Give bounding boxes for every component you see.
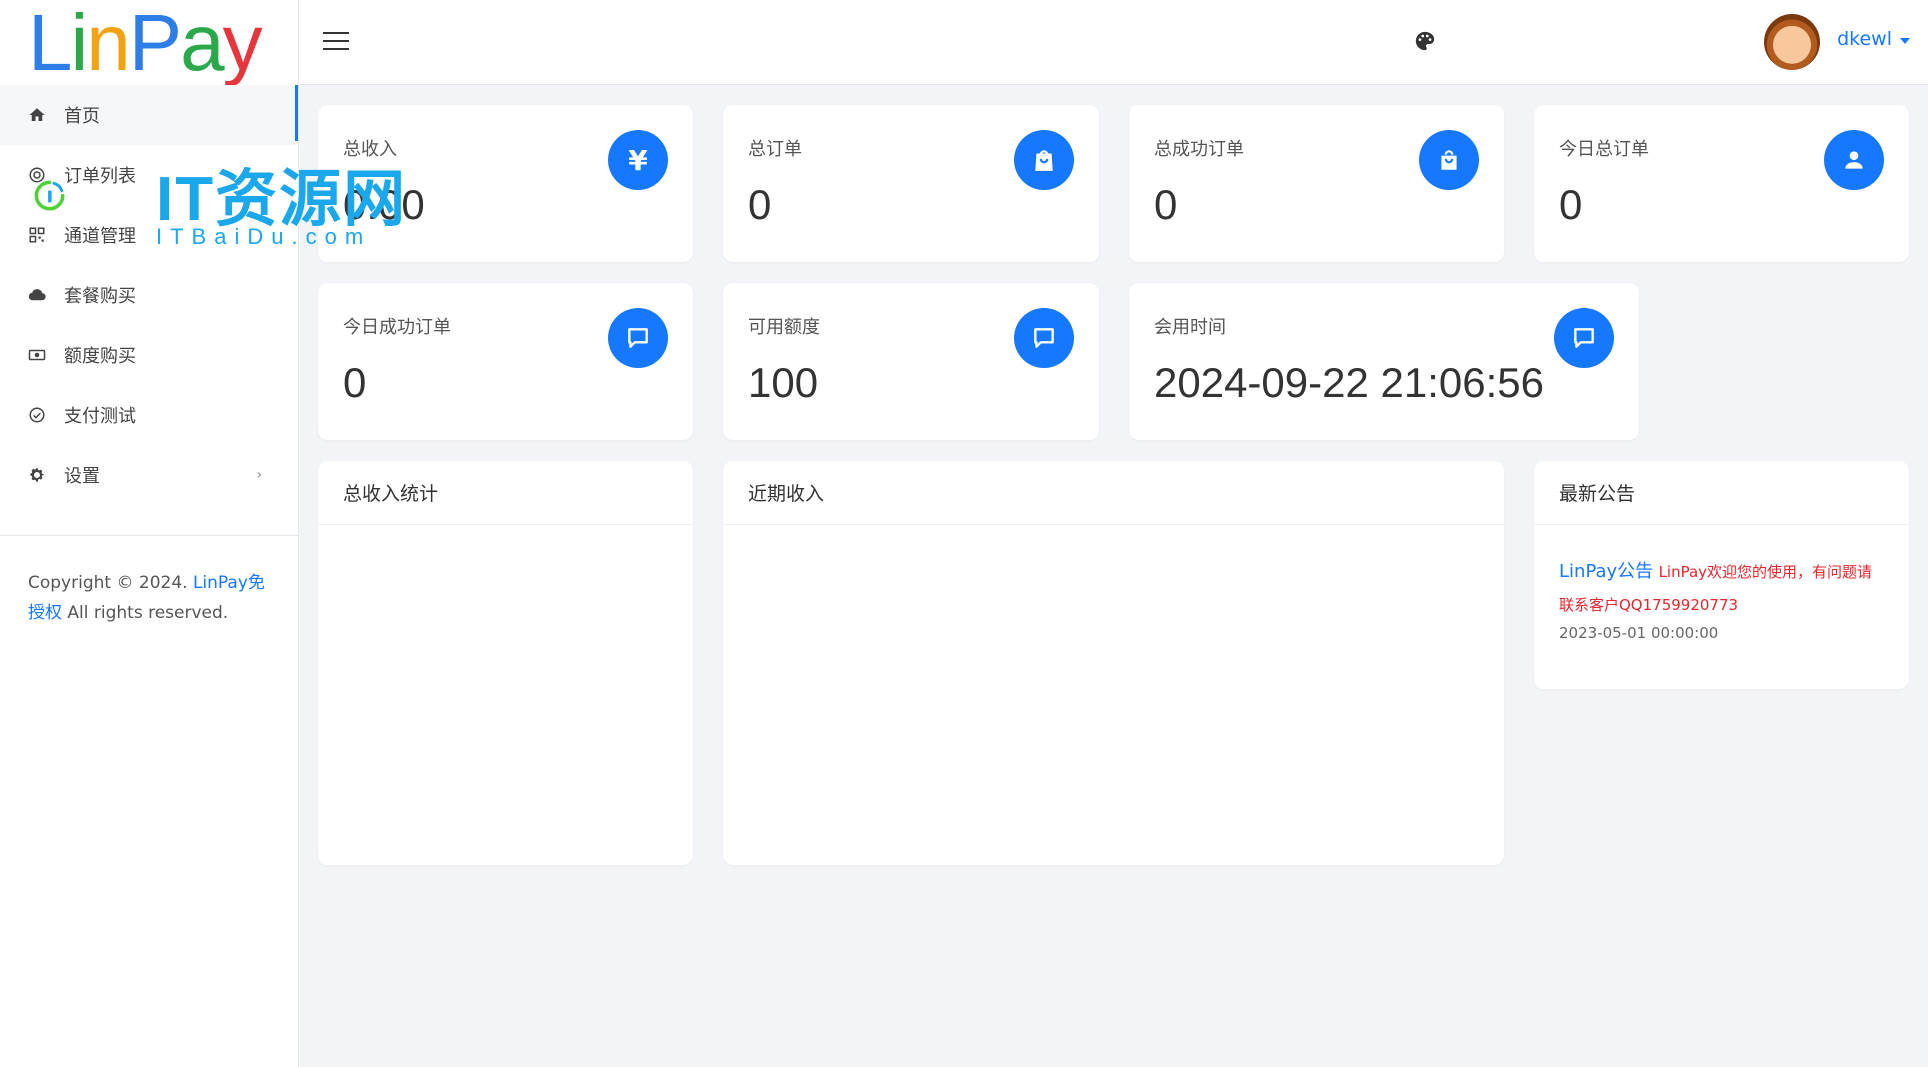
stat-card-expire-time: 会用时间 2024-09-22 21:06:56 <box>1129 283 1639 440</box>
top-header: dkewl <box>299 0 1928 85</box>
money-icon <box>26 344 48 366</box>
logo-letter: i <box>70 0 89 87</box>
stat-card-total-orders: 总订单 0 <box>723 105 1099 262</box>
sidebar-item-home[interactable]: 首页 <box>0 85 298 145</box>
message-icon <box>1014 308 1074 368</box>
sidebar-item-label: 支付测试 <box>64 406 136 427</box>
sidebar-item-label: 首页 <box>64 106 100 127</box>
linpay-logo[interactable]: LinPay <box>0 0 298 85</box>
stat-label: 可用额度 <box>748 317 820 338</box>
yen-icon: ¥ <box>608 130 668 190</box>
stat-card-today-success-orders: 今日成功订单 0 <box>318 283 693 440</box>
stat-value: 0 <box>1154 181 1178 228</box>
caret-down-icon[interactable] <box>1900 38 1910 44</box>
sidebar-item-quota[interactable]: 额度购买 <box>0 325 298 385</box>
home-icon <box>26 104 48 126</box>
notice-item: LinPay公告 LinPay欢迎您的使用，有问题请联系客户QQ17599207… <box>1534 525 1909 672</box>
target-icon <box>26 164 48 186</box>
latest-notice-panel: 最新公告 LinPay公告 LinPay欢迎您的使用，有问题请联系客户QQ175… <box>1534 461 1909 689</box>
sidebar-item-pay-test[interactable]: 支付测试 <box>0 385 298 445</box>
logo-letter: a <box>180 0 224 87</box>
rights-text: All rights reserved. <box>67 603 229 623</box>
sidebar-item-settings[interactable]: 设置 › <box>0 445 298 505</box>
stat-label: 今日成功订单 <box>343 317 451 338</box>
gear-icon <box>26 464 48 486</box>
shopping-bag-icon <box>1014 130 1074 190</box>
stat-value: 0 <box>343 359 367 406</box>
panel-title: 近期收入 <box>723 461 1504 525</box>
stat-label: 总成功订单 <box>1154 139 1244 160</box>
watermark-subtitle: ITBaiDu.com <box>156 224 372 249</box>
panel-title: 总收入统计 <box>318 461 693 525</box>
sidebar-footer: Copyright © 2024. LinPay免授权 All rights r… <box>0 535 298 660</box>
notice-title-link[interactable]: LinPay公告 <box>1559 561 1653 582</box>
stat-value: 0 <box>748 181 772 228</box>
panel-title: 最新公告 <box>1534 461 1909 525</box>
copyright-text: Copyright © 2024. <box>28 573 188 593</box>
stat-label: 总订单 <box>748 139 802 160</box>
recent-income-panel: 近期收入 <box>723 461 1504 865</box>
logo-letter: L <box>28 0 72 87</box>
stat-value: 0 <box>1559 181 1583 228</box>
stat-label: 会用时间 <box>1154 317 1226 338</box>
logo-letter: y <box>222 0 263 87</box>
stat-value: 100 <box>748 359 819 406</box>
username[interactable]: dkewl <box>1837 28 1892 50</box>
stat-value: 2024-09-22 21:06:56 <box>1154 359 1544 406</box>
sidebar-item-label: 通道管理 <box>64 226 136 247</box>
sidebar-item-label: 订单列表 <box>64 166 136 187</box>
notice-date: 2023-05-01 00:00:00 <box>1559 624 1719 642</box>
sidebar-item-label: 额度购买 <box>64 346 136 367</box>
cloud-icon <box>26 284 48 306</box>
shopping-bag-icon <box>1419 130 1479 190</box>
qrcode-icon <box>26 224 48 246</box>
chevron-right-icon: › <box>256 467 262 483</box>
avatar[interactable] <box>1764 14 1820 70</box>
palette-icon[interactable] <box>1414 30 1436 52</box>
user-icon <box>1824 130 1884 190</box>
logo-letter: P <box>128 0 182 87</box>
message-icon <box>608 308 668 368</box>
sidebar-item-label: 套餐购买 <box>64 286 136 307</box>
sidebar-item-packages[interactable]: 套餐购买 <box>0 265 298 325</box>
stat-card-today-orders: 今日总订单 0 <box>1534 105 1909 262</box>
check-circle-icon <box>26 404 48 426</box>
menu-toggle-icon[interactable] <box>323 32 349 52</box>
stat-label: 今日总订单 <box>1559 139 1649 160</box>
message-icon <box>1554 308 1614 368</box>
sidebar-item-label: 设置 <box>64 466 100 487</box>
total-income-stats-panel: 总收入统计 <box>318 461 693 865</box>
stat-card-total-success-orders: 总成功订单 0 <box>1129 105 1504 262</box>
logo-letter: n <box>86 0 130 87</box>
stat-card-available-quota: 可用额度 100 <box>723 283 1099 440</box>
